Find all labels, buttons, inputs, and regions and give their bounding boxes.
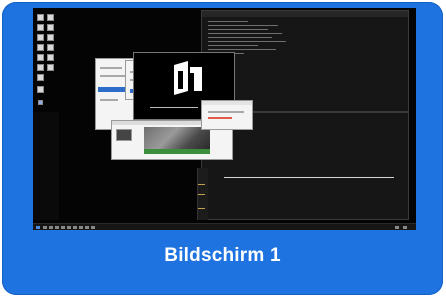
terminal-text-line bbox=[208, 33, 282, 34]
terminal-text-line bbox=[208, 25, 278, 26]
desktop-app-icon bbox=[47, 24, 54, 31]
desktop-app-icon bbox=[37, 14, 44, 21]
desktop-app-icon bbox=[47, 54, 54, 61]
desktop-app-icon bbox=[37, 54, 44, 61]
terminal-accent-line bbox=[198, 208, 205, 209]
desktop-app-icon bbox=[47, 34, 54, 41]
terminal-text-line bbox=[208, 41, 286, 42]
popup-dialog[interactable] bbox=[201, 100, 253, 130]
dialog-warning-line bbox=[208, 117, 232, 119]
terminal-text-line bbox=[208, 37, 272, 38]
desktop-app-icon bbox=[37, 34, 44, 41]
window-text-line bbox=[100, 67, 122, 69]
taskbar-app-icon[interactable] bbox=[73, 226, 77, 229]
preview-image-caption bbox=[144, 149, 210, 154]
taskbar-app-icon[interactable] bbox=[85, 226, 89, 229]
taskbar-app-icon[interactable] bbox=[67, 226, 71, 229]
desktop-app-icon bbox=[37, 24, 44, 31]
app-logo-icon bbox=[174, 61, 202, 95]
window-text-line bbox=[100, 99, 118, 101]
desktop-app-icon bbox=[37, 64, 44, 71]
splash-caption-line bbox=[150, 107, 198, 108]
desktop-app-icon bbox=[38, 100, 43, 105]
taskbar-app-icon[interactable] bbox=[55, 226, 59, 229]
desktop-app-icon bbox=[47, 14, 54, 21]
dialog-header-bar bbox=[202, 101, 252, 105]
taskbar-app-icon[interactable] bbox=[91, 226, 95, 229]
terminal-text-line bbox=[208, 49, 276, 50]
desktop-app-icon bbox=[37, 86, 44, 93]
dialog-text-line bbox=[208, 111, 244, 113]
screen-thumbnail[interactable] bbox=[33, 8, 416, 230]
taskbar-app-icon[interactable] bbox=[43, 226, 47, 229]
window-text-line bbox=[100, 75, 128, 77]
thumbnail-icon bbox=[116, 129, 132, 141]
terminal-accent-line bbox=[198, 194, 205, 195]
taskbar bbox=[33, 223, 416, 230]
desktop-app-icon bbox=[37, 74, 44, 81]
terminal-cursor-line bbox=[224, 177, 394, 178]
terminal-text-line bbox=[208, 45, 258, 46]
desktop-app-icon bbox=[47, 64, 54, 71]
taskbar-app-icon[interactable] bbox=[79, 226, 83, 229]
taskbar-start-icon[interactable] bbox=[36, 226, 40, 229]
screen-label: Bildschirm 1 bbox=[164, 245, 281, 266]
desktop-app-icon bbox=[47, 44, 54, 51]
taskbar-app-icon[interactable] bbox=[61, 226, 65, 229]
taskbar-tray-icon[interactable] bbox=[403, 226, 407, 229]
screen-tile[interactable]: Bildschirm 1 bbox=[2, 2, 443, 295]
terminal-accent-line bbox=[198, 184, 205, 185]
preview-image bbox=[144, 127, 210, 149]
desktop-app-icon bbox=[37, 44, 44, 51]
terminal-text-line bbox=[208, 29, 268, 30]
terminal-title-bar bbox=[202, 11, 408, 17]
taskbar-app-icon[interactable] bbox=[49, 226, 53, 229]
taskbar-tray-icon[interactable] bbox=[395, 226, 399, 229]
terminal-text-line bbox=[208, 21, 248, 22]
desktop-column-strip bbox=[33, 112, 59, 220]
